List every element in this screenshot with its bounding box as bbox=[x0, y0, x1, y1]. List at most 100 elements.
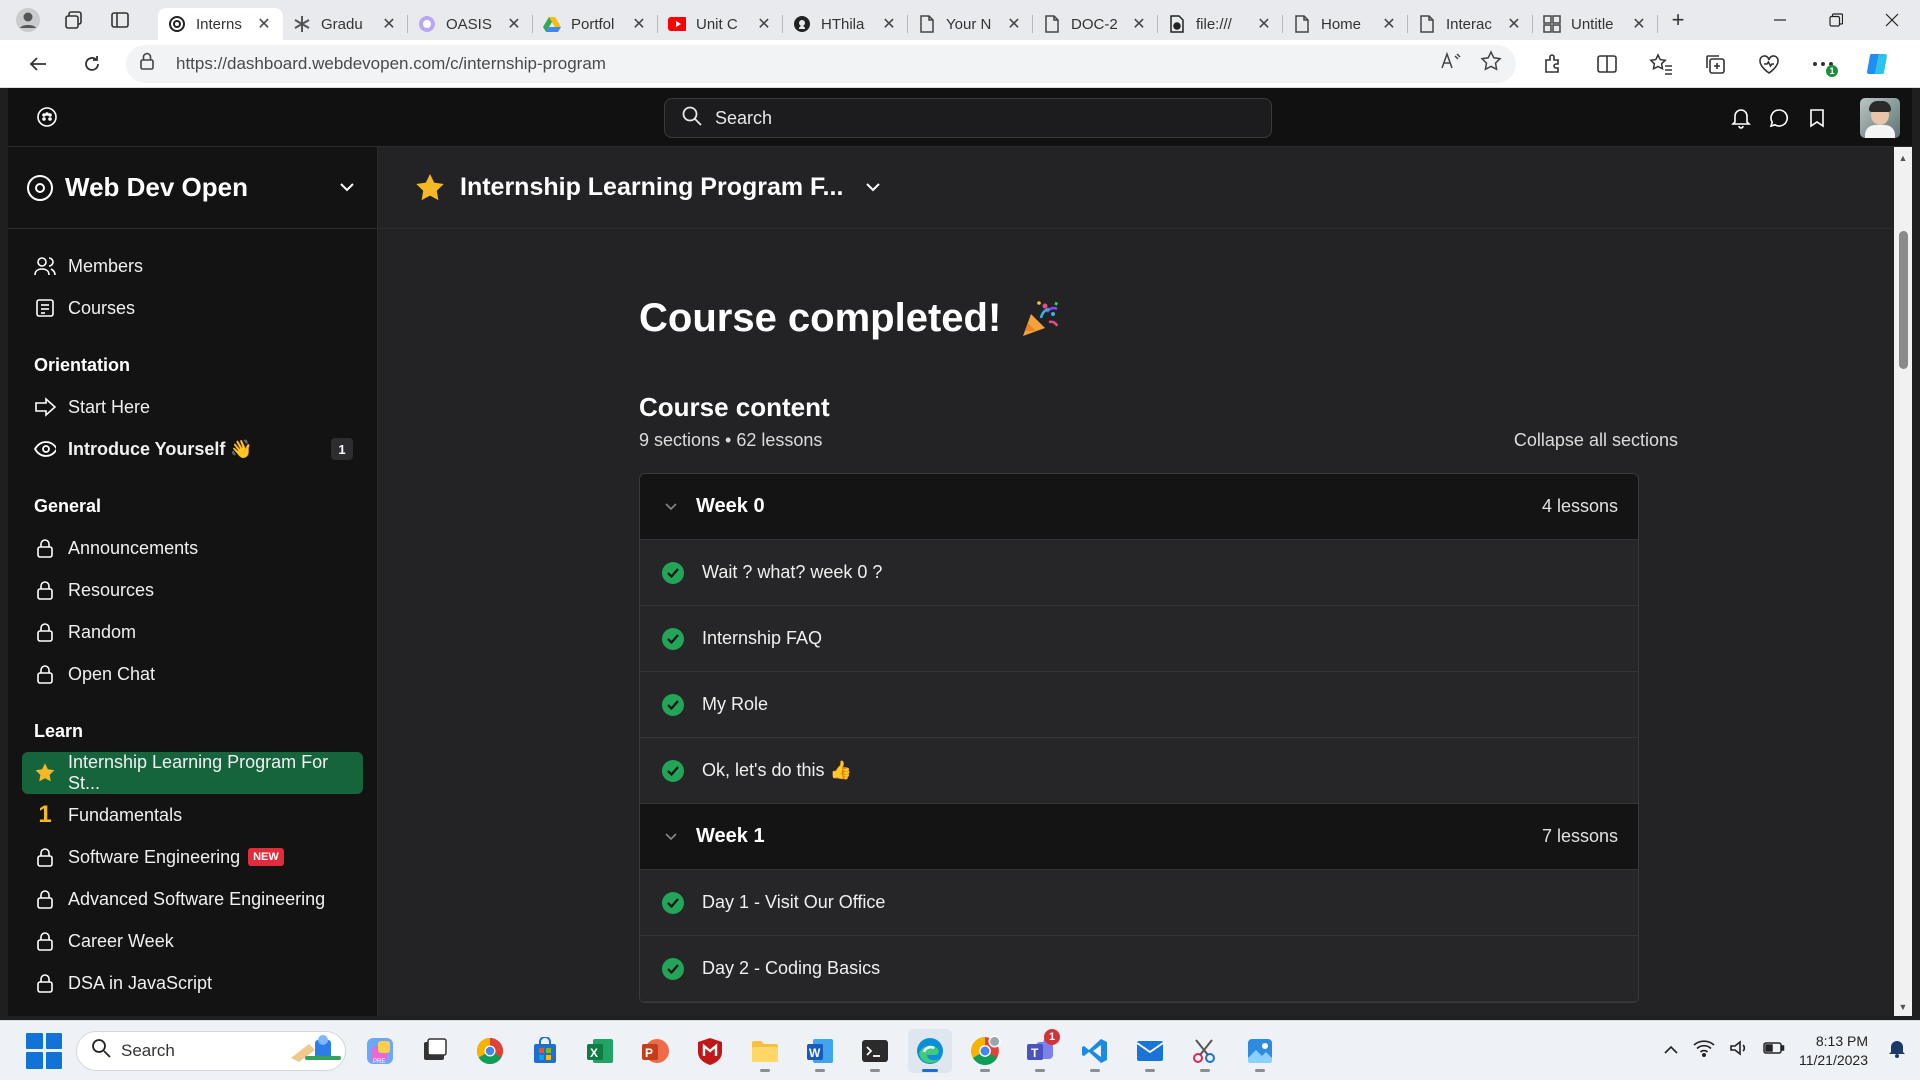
collapse-all-sections-link[interactable]: Collapse all sections bbox=[1514, 430, 1678, 451]
browser-tab[interactable]: file:/// ✕ bbox=[1158, 8, 1283, 40]
space-switcher[interactable]: Web Dev Open bbox=[8, 147, 377, 229]
close-tab-icon[interactable]: ✕ bbox=[880, 14, 898, 34]
sidebar-item-start-here[interactable]: Start Here bbox=[22, 386, 363, 428]
lesson-row[interactable]: Day 2 - Coding Basics bbox=[640, 936, 1638, 1002]
browser-tab[interactable]: OASIS ✕ bbox=[408, 8, 533, 40]
chevron-down-icon[interactable] bbox=[327, 179, 367, 197]
browser-tab[interactable]: Unit C ✕ bbox=[658, 8, 783, 40]
extensions-icon[interactable] bbox=[1534, 45, 1572, 83]
chrome-profile-icon[interactable] bbox=[963, 1029, 1007, 1073]
close-tab-icon[interactable]: ✕ bbox=[1505, 14, 1523, 34]
browser-tab[interactable]: Interac ✕ bbox=[1408, 8, 1533, 40]
refresh-button[interactable] bbox=[72, 44, 112, 84]
notification-center-icon[interactable] bbox=[1888, 1038, 1906, 1063]
photos-icon[interactable] bbox=[1238, 1029, 1282, 1073]
site-logo-icon[interactable] bbox=[36, 106, 58, 128]
chat-bubble-icon[interactable] bbox=[1760, 99, 1798, 137]
workspaces-icon[interactable] bbox=[60, 6, 88, 34]
close-tab-icon[interactable]: ✕ bbox=[1005, 14, 1023, 34]
sidebar-item-advanced-software-engineering[interactable]: Advanced Software Engineering bbox=[22, 878, 363, 920]
lesson-row[interactable]: Day 1 - Visit Our Office bbox=[640, 870, 1638, 936]
chevron-down-icon[interactable] bbox=[865, 179, 881, 197]
sidebar-item-open-chat[interactable]: Open Chat bbox=[22, 653, 363, 695]
vscode-icon[interactable] bbox=[1073, 1029, 1117, 1073]
site-search-input[interactable]: Search bbox=[664, 98, 1272, 138]
powerpoint-icon[interactable]: P bbox=[633, 1029, 677, 1073]
section-header[interactable]: Week 1 7 lessons bbox=[640, 804, 1638, 870]
user-avatar[interactable] bbox=[1860, 97, 1900, 138]
close-tab-icon[interactable]: ✕ bbox=[255, 14, 273, 34]
favorite-star-icon[interactable] bbox=[1480, 50, 1502, 77]
close-tab-icon[interactable]: ✕ bbox=[1630, 14, 1648, 34]
close-window-button[interactable] bbox=[1864, 0, 1920, 40]
chrome-icon[interactable] bbox=[468, 1029, 512, 1073]
browser-tab[interactable]: Interns ✕ bbox=[158, 8, 283, 40]
browser-tab[interactable]: HThila ✕ bbox=[783, 8, 908, 40]
sidebar-item-random[interactable]: Random bbox=[22, 611, 363, 653]
collections-icon[interactable] bbox=[1696, 45, 1734, 83]
minimize-button[interactable] bbox=[1752, 0, 1808, 40]
task-view-icon[interactable] bbox=[413, 1029, 457, 1073]
split-screen-icon[interactable] bbox=[1588, 45, 1626, 83]
taskbar-search[interactable]: Search bbox=[76, 1030, 346, 1071]
browser-tab[interactable]: Portfol ✕ bbox=[533, 8, 658, 40]
close-tab-icon[interactable]: ✕ bbox=[1130, 14, 1148, 34]
wifi-icon[interactable] bbox=[1693, 1039, 1715, 1062]
word-icon[interactable]: W bbox=[798, 1029, 842, 1073]
chevron-down-icon[interactable] bbox=[664, 499, 682, 514]
sidebar-item-courses[interactable]: Courses bbox=[22, 287, 363, 329]
restore-button[interactable] bbox=[1808, 0, 1864, 40]
file-explorer-icon[interactable] bbox=[743, 1029, 787, 1073]
excel-icon[interactable]: X bbox=[578, 1029, 622, 1073]
sidebar-item-career-week[interactable]: Career Week bbox=[22, 920, 363, 962]
mail-icon[interactable] bbox=[1128, 1029, 1172, 1073]
read-aloud-icon[interactable] bbox=[1440, 51, 1462, 76]
volume-icon[interactable] bbox=[1729, 1039, 1749, 1062]
url-text[interactable]: https://dashboard.webdevopen.com/c/inter… bbox=[176, 54, 1440, 74]
chevron-down-icon[interactable] bbox=[664, 829, 682, 844]
close-tab-icon[interactable]: ✕ bbox=[1255, 14, 1273, 34]
new-tab-button[interactable]: + bbox=[1658, 7, 1698, 33]
start-button[interactable] bbox=[26, 1032, 62, 1069]
back-button[interactable] bbox=[18, 44, 58, 84]
terminal-icon[interactable] bbox=[853, 1029, 897, 1073]
favorites-icon[interactable] bbox=[1642, 45, 1680, 83]
lesson-row[interactable]: Wait ? what? week 0 ? bbox=[640, 540, 1638, 606]
course-title[interactable]: Internship Learning Program F... bbox=[460, 173, 843, 202]
edge-icon[interactable] bbox=[908, 1028, 952, 1073]
close-tab-icon[interactable]: ✕ bbox=[1380, 14, 1398, 34]
sidebar-item-software-engineering[interactable]: Software Engineering NEW bbox=[22, 836, 363, 878]
chevron-up-icon[interactable] bbox=[1663, 1042, 1679, 1060]
sidebar-item-dsa-in-javascript[interactable]: DSA in JavaScript bbox=[22, 962, 363, 1004]
microsoft-store-icon[interactable] bbox=[523, 1029, 567, 1073]
section-header[interactable]: Week 0 4 lessons bbox=[640, 474, 1638, 540]
close-tab-icon[interactable]: ✕ bbox=[505, 14, 523, 34]
lesson-row[interactable]: Internship FAQ bbox=[640, 606, 1638, 672]
lesson-row[interactable]: Ok, let's do this 👍 bbox=[640, 738, 1638, 804]
browser-tab[interactable]: Untitle ✕ bbox=[1533, 8, 1658, 40]
browser-tab[interactable]: Your N ✕ bbox=[908, 8, 1033, 40]
copilot-icon[interactable] bbox=[1858, 45, 1896, 83]
lesson-row[interactable]: My Role bbox=[640, 672, 1638, 738]
browser-tab[interactable]: Home ✕ bbox=[1283, 8, 1408, 40]
clock[interactable]: 8:13 PM 11/21/2023 bbox=[1799, 1032, 1868, 1070]
page-scrollbar[interactable]: ▲ ▼ bbox=[1894, 147, 1912, 1016]
vertical-tabs-icon[interactable] bbox=[106, 6, 134, 34]
browser-tab[interactable]: Gradu ✕ bbox=[283, 8, 408, 40]
profile-icon[interactable] bbox=[14, 6, 42, 34]
sidebar-item-members[interactable]: Members bbox=[22, 245, 363, 287]
sidebar-item-introduce-yourself[interactable]: Introduce Yourself 👋 1 bbox=[22, 428, 363, 470]
close-tab-icon[interactable]: ✕ bbox=[630, 14, 648, 34]
scrollbar-thumb[interactable] bbox=[1899, 231, 1908, 369]
browser-tab[interactable]: DOC-2 ✕ bbox=[1033, 8, 1158, 40]
url-field[interactable]: https://dashboard.webdevopen.com/c/inter… bbox=[126, 44, 1516, 83]
snipping-tool-icon[interactable] bbox=[1183, 1029, 1227, 1073]
bookmark-icon[interactable] bbox=[1798, 99, 1836, 137]
close-tab-icon[interactable]: ✕ bbox=[755, 14, 773, 34]
battery-icon[interactable] bbox=[1763, 1041, 1785, 1060]
sidebar-item-fundamentals[interactable]: 1 Fundamentals bbox=[22, 794, 363, 836]
close-tab-icon[interactable]: ✕ bbox=[380, 14, 398, 34]
sidebar-item-internship-learning-program-for-st[interactable]: Internship Learning Program For St... bbox=[22, 752, 363, 794]
teams-icon[interactable]: T 1 bbox=[1018, 1028, 1062, 1073]
browser-essentials-icon[interactable] bbox=[1750, 45, 1788, 83]
